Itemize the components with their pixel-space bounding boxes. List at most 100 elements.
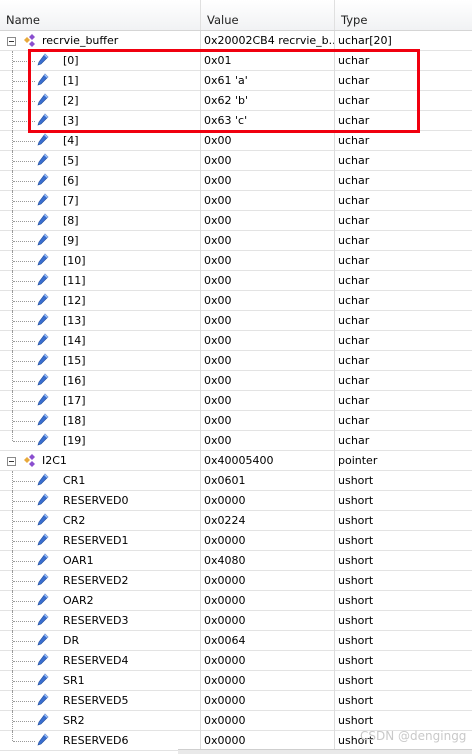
- tree-row-member[interactable]: [13] 0x00 uchar: [0, 311, 472, 331]
- tree-row-member[interactable]: RESERVED4 0x0000 ushort: [0, 651, 472, 671]
- column-header-name[interactable]: Name: [0, 0, 200, 30]
- name-cell: DR: [0, 631, 200, 651]
- value-cell[interactable]: 0x0000: [200, 491, 334, 511]
- tree-row-member[interactable]: [15] 0x00 uchar: [0, 351, 472, 371]
- tree-row-member[interactable]: OAR2 0x0000 ushort: [0, 591, 472, 611]
- value-cell[interactable]: 0x0064: [200, 631, 334, 651]
- tree-row-member[interactable]: RESERVED2 0x0000 ushort: [0, 571, 472, 591]
- tree-row-member[interactable]: [5] 0x00 uchar: [0, 151, 472, 171]
- tree-row-member[interactable]: [18] 0x00 uchar: [0, 411, 472, 431]
- value-cell[interactable]: 0x00: [200, 151, 334, 171]
- tree-row-member[interactable]: [3] 0x63 'c' uchar: [0, 111, 472, 131]
- name-cell: RESERVED4: [0, 651, 200, 671]
- type-cell: ushort: [334, 631, 472, 651]
- member-name: [18]: [63, 414, 86, 427]
- value-cell[interactable]: 0x0000: [200, 711, 334, 731]
- member-icon: [37, 653, 49, 666]
- tree-row-member[interactable]: CR2 0x0224 ushort: [0, 511, 472, 531]
- value-cell[interactable]: 0x4080: [200, 551, 334, 571]
- type-cell: uchar: [334, 291, 472, 311]
- tree-row-member[interactable]: OAR1 0x4080 ushort: [0, 551, 472, 571]
- tree-row-member[interactable]: RESERVED3 0x0000 ushort: [0, 611, 472, 631]
- tree-row-member[interactable]: [2] 0x62 'b' uchar: [0, 91, 472, 111]
- value-cell[interactable]: 0x0224: [200, 511, 334, 531]
- tree-row-member[interactable]: RESERVED0 0x0000 ushort: [0, 491, 472, 511]
- value-cell[interactable]: 0x0000: [200, 611, 334, 631]
- member-icon: [37, 53, 49, 66]
- type-cell: uchar: [334, 391, 472, 411]
- tree-row-member[interactable]: [1] 0x61 'a' uchar: [0, 71, 472, 91]
- tree-branch-line: [13, 701, 35, 702]
- tree-branch-line: [13, 501, 35, 502]
- type-cell: ushort: [334, 651, 472, 671]
- name-cell: [6]: [0, 171, 200, 191]
- value-cell[interactable]: 0x61 'a': [200, 71, 334, 91]
- value-cell[interactable]: 0x63 'c': [200, 111, 334, 131]
- value-cell[interactable]: 0x00: [200, 431, 334, 451]
- tree-row-member[interactable]: DR 0x0064 ushort: [0, 631, 472, 651]
- column-header-type[interactable]: Type: [334, 0, 472, 30]
- value-cell[interactable]: 0x0000: [200, 651, 334, 671]
- tree-row-member[interactable]: [12] 0x00 uchar: [0, 291, 472, 311]
- value-cell[interactable]: 0x0000: [200, 671, 334, 691]
- value-cell[interactable]: 0x0000: [200, 531, 334, 551]
- tree-row-parent[interactable]: recrvie_buffer 0x20002CB4 recrvie_b... uch…: [0, 31, 472, 51]
- value-cell[interactable]: 0x0000: [200, 691, 334, 711]
- value-cell[interactable]: 0x20002CB4 recrvie_b...: [200, 31, 334, 51]
- member-icon: [37, 413, 49, 426]
- value-cell[interactable]: 0x00: [200, 171, 334, 191]
- value-cell[interactable]: 0x0000: [200, 591, 334, 611]
- value-cell[interactable]: 0x00: [200, 131, 334, 151]
- member-name: [9]: [63, 234, 79, 247]
- tree-row-member[interactable]: RESERVED5 0x0000 ushort: [0, 691, 472, 711]
- value-cell[interactable]: 0x00: [200, 391, 334, 411]
- tree-row-member[interactable]: [8] 0x00 uchar: [0, 211, 472, 231]
- value-cell[interactable]: 0x00: [200, 331, 334, 351]
- value-cell[interactable]: 0x00: [200, 231, 334, 251]
- tree-row-member[interactable]: [19] 0x00 uchar: [0, 431, 472, 451]
- tree-row-member[interactable]: RESERVED6 0x0000 ushort: [0, 731, 472, 751]
- tree-row-member[interactable]: [17] 0x00 uchar: [0, 391, 472, 411]
- value-cell[interactable]: 0x00: [200, 411, 334, 431]
- tree-row-member[interactable]: [11] 0x00 uchar: [0, 271, 472, 291]
- tree-row-member[interactable]: [7] 0x00 uchar: [0, 191, 472, 211]
- tree-row-member[interactable]: SR1 0x0000 ushort: [0, 671, 472, 691]
- value-cell[interactable]: 0x00: [200, 371, 334, 391]
- value-cell[interactable]: 0x00: [200, 311, 334, 331]
- value-cell[interactable]: 0x00: [200, 291, 334, 311]
- tree-row-member[interactable]: RESERVED1 0x0000 ushort: [0, 531, 472, 551]
- tree-row-member[interactable]: [10] 0x00 uchar: [0, 251, 472, 271]
- member-name: [4]: [63, 134, 79, 147]
- value-cell[interactable]: 0x0601: [200, 471, 334, 491]
- tree-row-member[interactable]: SR2 0x0000 ushort: [0, 711, 472, 731]
- value-cell[interactable]: 0x00: [200, 211, 334, 231]
- tree-row-member[interactable]: [16] 0x00 uchar: [0, 371, 472, 391]
- tree-row-member[interactable]: [6] 0x00 uchar: [0, 171, 472, 191]
- value-cell[interactable]: 0x62 'b': [200, 91, 334, 111]
- tree-row-parent[interactable]: I2C1 0x40005400 pointer: [0, 451, 472, 471]
- tree-row-member[interactable]: [14] 0x00 uchar: [0, 331, 472, 351]
- tree-row-member[interactable]: CR1 0x0601 ushort: [0, 471, 472, 491]
- name-cell: [0]: [0, 51, 200, 71]
- tree-row-member[interactable]: [0] 0x01 uchar: [0, 51, 472, 71]
- tree-branch-line: [13, 661, 35, 662]
- value-cell[interactable]: 0x00: [200, 251, 334, 271]
- name-cell: [8]: [0, 211, 200, 231]
- value-cell[interactable]: 0x0000: [200, 731, 334, 751]
- member-name: [17]: [63, 394, 86, 407]
- name-cell: [3]: [0, 111, 200, 131]
- type-cell: ushort: [334, 611, 472, 631]
- collapse-toggle-icon[interactable]: [7, 37, 16, 46]
- value-cell[interactable]: 0x01: [200, 51, 334, 71]
- value-cell[interactable]: 0x00: [200, 191, 334, 211]
- value-cell[interactable]: 0x0000: [200, 571, 334, 591]
- horizontal-scrollbar[interactable]: [178, 749, 472, 754]
- collapse-toggle-icon[interactable]: [7, 457, 16, 466]
- column-header-value[interactable]: Value: [200, 0, 334, 30]
- tree-branch-line: [13, 441, 35, 442]
- value-cell[interactable]: 0x40005400: [200, 451, 334, 471]
- value-cell[interactable]: 0x00: [200, 271, 334, 291]
- value-cell[interactable]: 0x00: [200, 351, 334, 371]
- tree-row-member[interactable]: [4] 0x00 uchar: [0, 131, 472, 151]
- tree-row-member[interactable]: [9] 0x00 uchar: [0, 231, 472, 251]
